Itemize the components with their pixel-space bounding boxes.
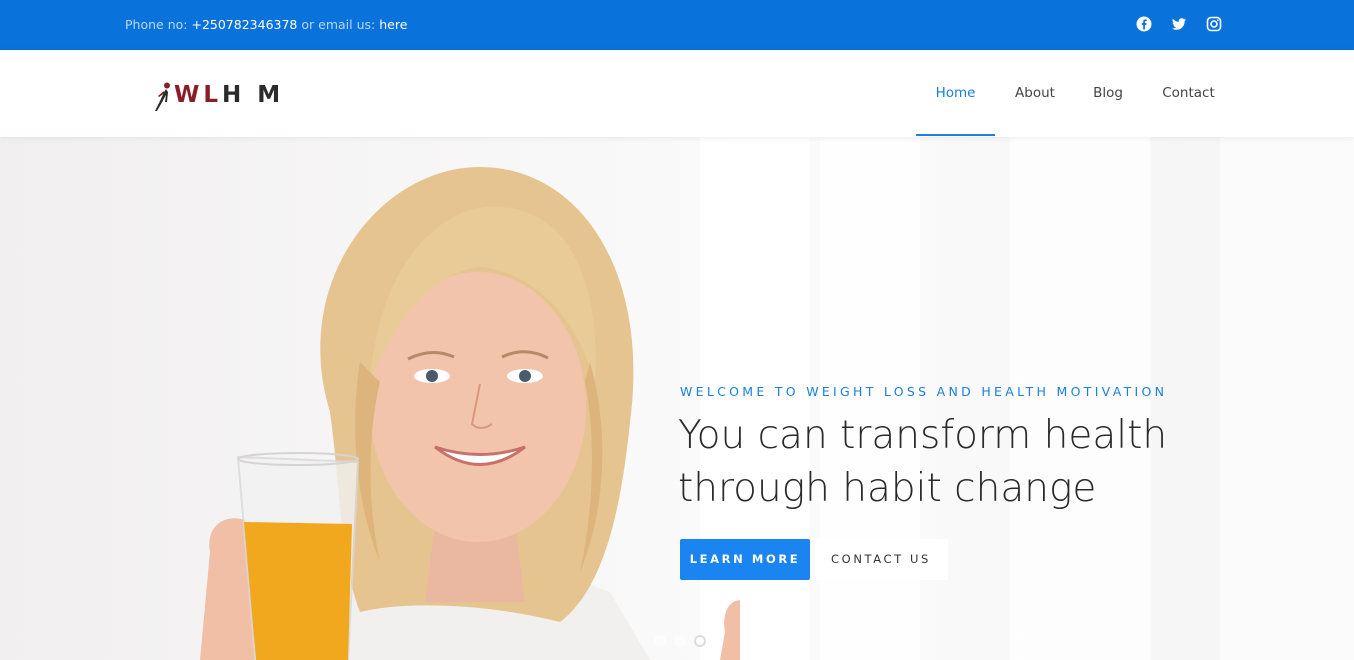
hero-slider: WELCOME TO WEIGHT LOSS AND HEALTH MOTIVA… bbox=[0, 137, 1354, 660]
phone-number[interactable]: +250782346378 bbox=[191, 17, 297, 32]
logo-w: W bbox=[174, 82, 204, 108]
nav-home[interactable]: Home bbox=[916, 50, 995, 137]
logo-hm: H M bbox=[222, 82, 285, 108]
email-label: or email us: bbox=[301, 17, 376, 32]
hero-headline-line1: You can transform health bbox=[678, 413, 1168, 458]
hero-headline-line2: through habit change bbox=[678, 466, 1097, 511]
window-pane bbox=[1220, 137, 1354, 660]
logo-text: WLH M bbox=[174, 82, 284, 108]
hero-kicker: WELCOME TO WEIGHT LOSS AND HEALTH MOTIVA… bbox=[680, 384, 1168, 399]
instagram-icon[interactable] bbox=[1206, 16, 1222, 32]
learn-more-button[interactable]: LEARN MORE bbox=[680, 539, 810, 580]
hero-headline: You can transform health through habit c… bbox=[678, 409, 1167, 515]
phone-label: Phone no: bbox=[125, 17, 188, 32]
slider-dot-2[interactable] bbox=[674, 635, 686, 647]
logo-l: L bbox=[203, 82, 223, 108]
running-figure-icon bbox=[155, 82, 170, 111]
site-logo[interactable]: WLH M bbox=[152, 80, 282, 112]
email-link[interactable]: here bbox=[379, 17, 407, 32]
top-bar: Phone no: +250782346378 or email us: her… bbox=[0, 0, 1354, 50]
twitter-icon[interactable] bbox=[1171, 16, 1187, 32]
main-navbar: WLH M Home About Blog Contact bbox=[0, 50, 1354, 137]
nav-about[interactable]: About bbox=[1005, 50, 1065, 137]
slider-dot-1[interactable] bbox=[654, 635, 666, 647]
slider-dot-3[interactable] bbox=[694, 635, 706, 647]
nav-blog[interactable]: Blog bbox=[1085, 50, 1131, 137]
contact-us-button[interactable]: CONTACT US bbox=[814, 539, 948, 580]
nav-contact[interactable]: Contact bbox=[1153, 50, 1224, 137]
hero-photo-woman-with-juice bbox=[200, 167, 740, 660]
contact-info: Phone no: +250782346378 or email us: her… bbox=[125, 17, 407, 32]
active-nav-indicator bbox=[916, 134, 995, 136]
facebook-icon[interactable] bbox=[1136, 16, 1152, 32]
